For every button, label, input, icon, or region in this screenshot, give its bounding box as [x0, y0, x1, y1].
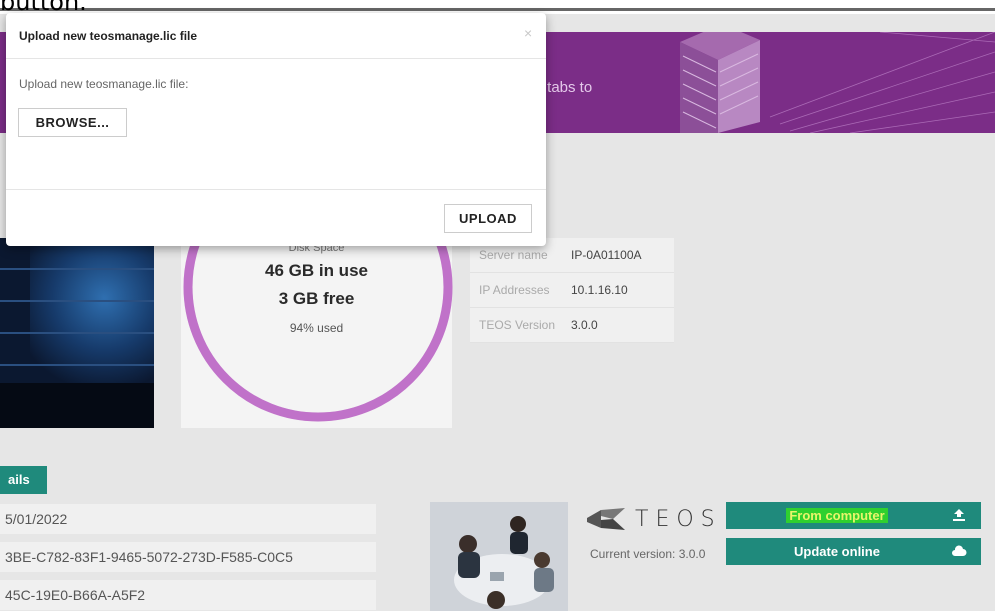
- upload-button[interactable]: UPLOAD: [444, 204, 532, 233]
- info-key: TEOS Version: [479, 318, 556, 332]
- details-line: 45C-19E0-B66A-A5F2: [0, 580, 376, 610]
- close-icon[interactable]: ×: [524, 25, 532, 41]
- info-value: 10.1.16.10: [571, 283, 628, 297]
- info-row-ip-addresses: IP Addresses 10.1.16.10: [470, 273, 674, 308]
- dialog-title: Upload new teosmanage.lic file: [19, 29, 198, 43]
- disk-free: 3 GB free: [278, 289, 355, 308]
- current-version: Current version: 3.0.0: [590, 547, 706, 561]
- details-line: 3BE-C782-83F1-9465-5072-273D-F585-C0C5: [0, 542, 376, 572]
- upload-icon: [953, 509, 965, 521]
- dialog-header: Upload new teosmanage.lic file ×: [6, 13, 546, 59]
- banner-text: r tabs to: [538, 79, 593, 96]
- update-online-label: Update online: [794, 544, 880, 559]
- top-strip: [0, 0, 995, 14]
- update-online-button[interactable]: Update online: [726, 538, 981, 565]
- upload-license-dialog: Upload new teosmanage.lic file × Upload …: [6, 13, 546, 246]
- team-photo: [430, 502, 568, 611]
- dialog-body-label: Upload new teosmanage.lic file:: [19, 77, 189, 91]
- from-computer-button[interactable]: From computer: [726, 502, 981, 529]
- disk-used-percent: 94% used: [289, 321, 344, 335]
- server-illustration: [680, 32, 995, 133]
- info-key: IP Addresses: [479, 283, 550, 297]
- disk-in-use: 46 GB in use: [265, 261, 368, 280]
- info-key: Server name: [479, 248, 548, 262]
- info-value: 3.0.0: [571, 318, 598, 332]
- server-info-table: Server name IP-0A01100A IP Addresses 10.…: [470, 238, 674, 343]
- teos-logo-icon: [587, 508, 625, 530]
- server-photo: [0, 238, 154, 428]
- details-line: 5/01/2022: [0, 504, 376, 534]
- dialog-footer-divider: [6, 189, 546, 190]
- teos-wordmark: TEOS: [635, 506, 722, 532]
- top-divider: [0, 8, 995, 11]
- browse-button[interactable]: BROWSE...: [18, 108, 127, 137]
- from-computer-label: From computer: [786, 508, 888, 523]
- info-row-teos-version: TEOS Version 3.0.0: [470, 308, 674, 343]
- cloud-icon: [952, 545, 967, 556]
- details-tab[interactable]: ails: [0, 466, 47, 494]
- teos-logo: TEOS: [587, 506, 722, 532]
- info-value: IP-0A01100A: [571, 248, 642, 262]
